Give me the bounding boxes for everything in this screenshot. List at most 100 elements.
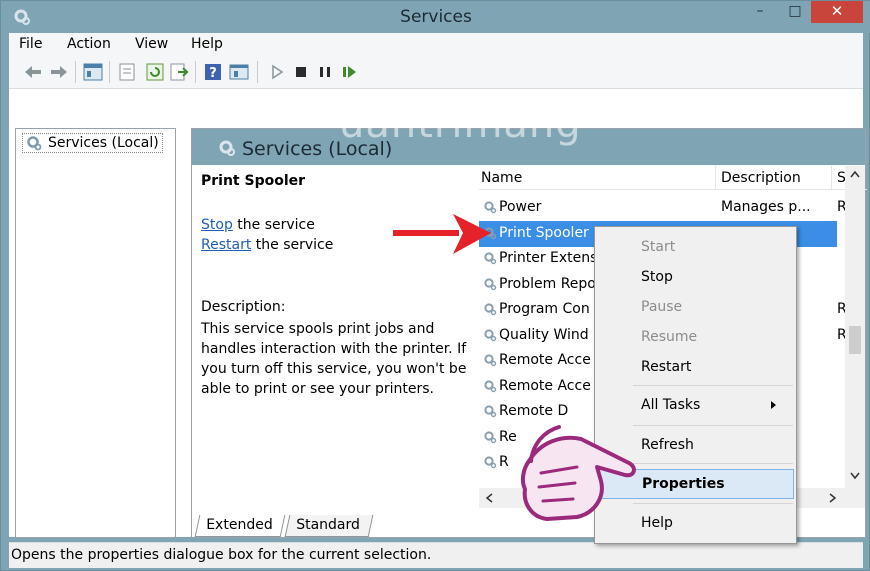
context-menu-item-restart[interactable]: Restart <box>597 353 794 383</box>
show-tree-icon[interactable] <box>83 63 103 81</box>
properties-icon[interactable] <box>117 63 137 81</box>
close-button[interactable]: ✕ <box>811 1 863 23</box>
refresh-icon[interactable] <box>145 63 165 81</box>
service-gear-icon <box>484 328 497 341</box>
context-menu-item-label: Resume <box>641 329 698 345</box>
stop-service-link[interactable]: Stop <box>201 217 233 233</box>
context-menu-separator <box>633 503 793 504</box>
tab-extended[interactable]: Extended <box>194 515 286 537</box>
help-icon[interactable]: ? <box>203 63 223 81</box>
restart-service-suffix: the service <box>251 237 334 253</box>
service-title: Print Spooler <box>201 173 306 189</box>
restart-icon[interactable] <box>339 63 359 81</box>
services-window: Services – □ ✕ File Action View Help ? S… <box>0 0 870 571</box>
context-menu-item-label: Help <box>641 515 673 531</box>
context-menu-item-label: Restart <box>641 359 692 375</box>
service-description: Manages p... <box>721 199 811 215</box>
service-name: Printer Extens <box>499 250 598 266</box>
service-gear-icon <box>484 277 497 290</box>
toolbar-separator <box>109 61 110 83</box>
stop-icon[interactable] <box>291 63 311 81</box>
context-menu-item-label: Refresh <box>641 437 694 453</box>
service-name: Quality Wind <box>499 326 589 343</box>
tab-extended-label: Extended <box>206 517 273 533</box>
export-icon[interactable] <box>169 63 189 81</box>
menu-view[interactable]: View <box>135 36 168 52</box>
column-name[interactable]: Name <box>481 170 522 186</box>
pause-icon[interactable] <box>315 63 335 81</box>
toolbar: ? <box>9 55 863 89</box>
minimize-button[interactable]: – <box>745 1 775 23</box>
tree-item-services-local[interactable]: Services (Local) <box>22 133 163 153</box>
maximize-button[interactable]: □ <box>781 1 809 23</box>
column-description[interactable]: Description <box>721 170 801 186</box>
watermark-logo: uantrimang <box>339 101 582 147</box>
service-name: Power <box>499 199 542 215</box>
restart-service-link[interactable]: Restart <box>201 237 251 253</box>
tab-standard-label: Standard <box>296 517 360 533</box>
service-gear-icon <box>484 379 497 392</box>
context-menu-item-stop[interactable]: Stop <box>597 263 794 293</box>
menu-bar: File Action View Help <box>9 33 863 55</box>
tree-item-label: Services (Local) <box>48 135 159 151</box>
svg-text:?: ? <box>209 66 217 81</box>
title-bar[interactable]: Services – □ ✕ <box>1 1 870 33</box>
service-name: Program Con <box>499 301 590 317</box>
scroll-left-icon[interactable] <box>485 493 493 503</box>
service-gear-icon <box>484 456 497 469</box>
context-menu-separator <box>633 385 793 386</box>
toolbar-separator <box>195 61 196 83</box>
console-tree: Services (Local) <box>15 128 176 538</box>
context-menu-item-label: Start <box>641 239 676 255</box>
context-menu-item-pause[interactable]: Pause <box>597 293 794 323</box>
status-bar: Opens the properties dialogue box for th… <box>9 542 863 568</box>
scroll-up-icon[interactable] <box>850 170 860 178</box>
service-name: Remote Acce <box>499 352 591 368</box>
service-name: Problem Repo <box>499 275 596 292</box>
red-arrow-annotation <box>393 214 491 254</box>
context-menu-item-label: Stop <box>641 269 673 285</box>
column-divider[interactable] <box>715 166 716 190</box>
service-gear-icon <box>484 303 497 316</box>
service-name: Remote Acce <box>499 377 591 394</box>
tab-standard[interactable]: Standard <box>284 515 374 537</box>
service-gear-icon <box>484 354 497 367</box>
back-icon[interactable] <box>23 63 43 81</box>
stop-service-line: Stop the service <box>201 217 315 233</box>
menu-help[interactable]: Help <box>191 36 223 52</box>
menu-action[interactable]: Action <box>67 36 111 52</box>
console-icon[interactable] <box>229 63 249 81</box>
window-title: Services <box>400 7 472 27</box>
menu-file[interactable]: File <box>19 36 42 52</box>
context-menu-item-start[interactable]: Start <box>597 233 794 263</box>
description-label: Description: <box>201 299 286 315</box>
scroll-down-icon[interactable] <box>850 472 860 480</box>
description-text: This service spools print jobs and handl… <box>201 321 467 397</box>
service-row[interactable]: Power Manages p... R <box>479 195 847 221</box>
service-name: Print Spooler <box>499 224 589 241</box>
service-gear-icon <box>484 430 497 443</box>
context-menu-item-label: All Tasks <box>641 397 701 413</box>
services-gear-icon <box>219 140 235 156</box>
toolbar-separator <box>75 61 76 83</box>
service-gear-icon <box>484 405 497 418</box>
vertical-scrollbar[interactable] <box>845 166 865 508</box>
pointing-hand-icon <box>520 425 636 521</box>
context-menu-separator <box>633 425 793 426</box>
context-menu-item-label: Pause <box>641 299 683 315</box>
stop-service-suffix: the service <box>232 217 315 233</box>
context-menu-item-label: Properties <box>642 476 725 492</box>
context-menu-item-resume[interactable]: Resume <box>597 323 794 353</box>
scroll-right-icon[interactable] <box>829 493 837 503</box>
status-text: Opens the properties dialogue box for th… <box>11 547 432 563</box>
forward-icon[interactable] <box>49 63 69 81</box>
start-icon[interactable] <box>267 63 287 81</box>
restart-service-line: Restart the service <box>201 237 333 253</box>
services-gear-icon <box>27 136 42 151</box>
context-menu-separator <box>633 463 793 464</box>
scroll-thumb[interactable] <box>849 326 861 354</box>
toolbar-separator <box>257 61 258 83</box>
column-divider[interactable] <box>831 166 832 190</box>
submenu-arrow-icon <box>771 401 776 409</box>
list-header: Name Description S <box>479 166 867 190</box>
